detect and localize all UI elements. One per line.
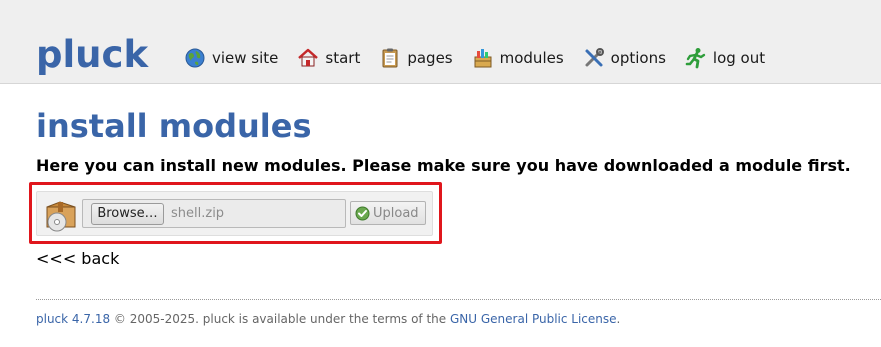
upload-button-label: Upload [373, 205, 419, 221]
intro-text: Here you can install new modules. Please… [36, 156, 851, 175]
main-nav: view site start pages modules options lo… [184, 46, 784, 70]
nav-pages[interactable]: pages [379, 47, 453, 69]
version-link[interactable]: pluck 4.7.18 [36, 312, 110, 326]
page-title: install modules [36, 107, 312, 145]
nav-modules[interactable]: modules [472, 47, 564, 69]
footer-end: . [616, 312, 621, 326]
nav-label: start [325, 49, 361, 67]
tools-icon [583, 47, 605, 69]
header-bar: pluck view site start pages modules opti… [0, 0, 881, 84]
package-icon [44, 198, 78, 232]
nav-log-out[interactable]: log out [685, 47, 765, 69]
upload-button[interactable]: Upload [350, 201, 426, 225]
clipboard-icon [379, 47, 401, 69]
modules-box-icon [472, 47, 494, 69]
nav-start[interactable]: start [297, 47, 360, 69]
nav-view-site[interactable]: view site [184, 47, 278, 69]
selected-file-name: shell.zip [171, 206, 225, 221]
nav-options[interactable]: options [583, 47, 666, 69]
footer-text: © 2005-2025. pluck is available under th… [110, 312, 450, 326]
nav-label: log out [712, 49, 766, 67]
running-man-icon [685, 47, 707, 69]
nav-label: view site [212, 49, 279, 67]
nav-label: options [610, 49, 666, 67]
browse-button[interactable]: Browse… [91, 203, 164, 225]
license-link[interactable]: GNU General Public License [450, 312, 617, 326]
file-input[interactable]: Browse… shell.zip [82, 199, 346, 228]
footer: pluck 4.7.18 © 2005-2025. pluck is avail… [36, 311, 620, 327]
site-logo[interactable]: pluck [36, 33, 148, 77]
globe-icon [184, 47, 206, 69]
module-upload-form: Browse… shell.zip Upload [36, 191, 433, 236]
footer-divider [36, 299, 881, 300]
back-link[interactable]: <<< back [36, 249, 119, 269]
nav-label: pages [407, 49, 453, 67]
check-circle-icon [355, 206, 370, 221]
home-icon [297, 47, 319, 69]
nav-label: modules [499, 49, 564, 67]
